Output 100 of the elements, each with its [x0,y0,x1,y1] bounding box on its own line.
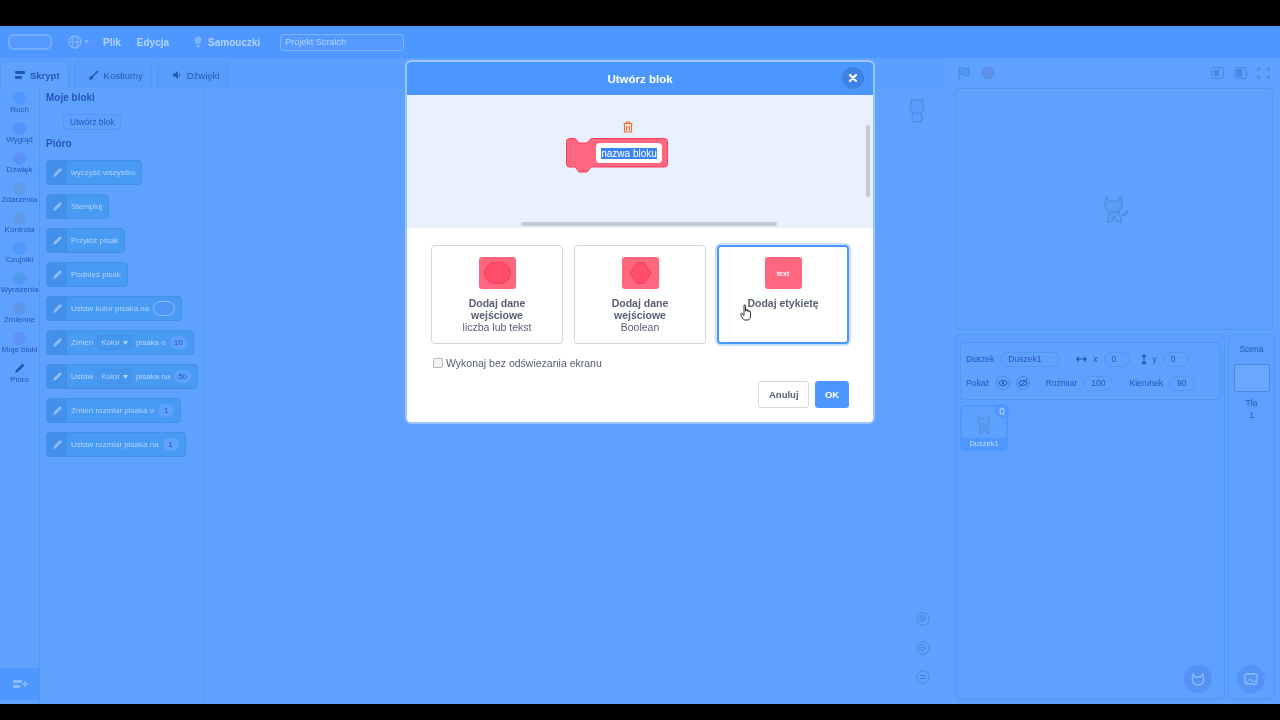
option-subtitle: Boolean [620,321,660,333]
caret-icon [122,374,128,379]
cat-face-icon [1191,672,1205,686]
checkbox-label[interactable]: Wykonaj bez odświezania ekranu [446,357,602,369]
language-button[interactable] [68,35,89,49]
number-input[interactable]: 1 [158,404,175,417]
category-label[interactable]: Dźwięk [6,165,33,174]
add-sprite-button[interactable] [1184,665,1212,693]
category-label[interactable]: Kontrola [4,225,35,234]
pen-block[interactable]: Stempluj [46,194,110,219]
pen-icon [47,365,67,388]
sprite-name-field[interactable]: Duszek1 [1000,351,1061,367]
add-extension-button[interactable] [0,668,40,700]
block-label: Ustaw kolor pisaka na [71,304,150,313]
editor-tab[interactable]: Dźwięki [156,61,229,88]
category-label[interactable]: Wyrażenia [0,285,39,294]
zoom-out-icon[interactable] [916,641,930,655]
color-swatch-icon[interactable] [153,301,176,316]
close-icon[interactable] [842,67,864,89]
horizontal-arrows-icon [1076,356,1088,362]
block-label: Stempluj [71,202,103,211]
ok-button[interactable]: OK [815,381,849,408]
category-label[interactable]: Zdarzenia [1,195,38,204]
block-dropdown[interactable]: Kolor [97,335,132,350]
pen-block[interactable]: Ustaw rozmiar pisaka na 1 [46,432,186,457]
flag-icon[interactable] [958,66,970,80]
checkbox[interactable] [433,358,443,368]
option-subtitle: liczba lub tekst [462,321,532,333]
direction-label: Kierunek [1129,378,1164,388]
category-label[interactable]: Zmienne [3,315,36,324]
menu-item[interactable]: Plik [103,36,121,48]
zoom-reset-icon[interactable] [916,670,930,684]
option-button[interactable]: Dodaj dane wejściowe liczba lub tekst [431,245,563,344]
x-label: x [1093,354,1098,364]
stop-icon[interactable] [982,67,994,79]
block-label: pisaka o [135,338,166,347]
cancel-button[interactable]: Anuluj [758,381,809,408]
option-title: Dodaj etykietę [746,297,820,309]
category-label[interactable]: Ruch [10,105,29,114]
stage-pane-title: Scena [1239,344,1264,354]
pen-block[interactable]: Przyłóż pisak [46,228,126,253]
pen-icon [47,263,67,286]
logo-icon[interactable] [8,34,52,50]
make-block-button[interactable]: Utwórz blok [63,114,122,130]
backdrops-label: Tła [1245,398,1258,408]
sprite-name-label: Duszek [966,354,995,364]
zoom-in-icon[interactable] [916,612,930,626]
vertical-arrows-icon [1140,353,1147,365]
globe-icon [68,35,82,49]
custom-block[interactable]: nazwa bloku [566,138,668,173]
project-title-field[interactable]: Projekt Scratch [280,33,405,51]
show-label: Pokaż [966,378,990,388]
small-stage-icon[interactable] [1211,67,1224,79]
pen-icon[interactable] [13,362,26,375]
direction-field[interactable]: 90 [1169,375,1196,391]
y-field[interactable]: 0 [1162,351,1189,367]
vertical-scrollbar[interactable] [866,125,870,197]
pen-block[interactable]: Ustaw Kolor pisaka na 50 [46,364,199,389]
palette-heading: Moje bloki [46,91,95,105]
eye-icon[interactable] [995,376,1010,390]
y-label: y [1152,354,1157,364]
lightbulb-icon [194,36,203,48]
pen-icon [47,433,67,456]
pen-icon [47,195,67,218]
block-label: wyczyść wszystko [71,168,136,177]
category-label[interactable]: Czujniki [5,255,34,264]
horizontal-scrollbar[interactable] [521,222,777,226]
trash-icon[interactable] [623,121,633,133]
code-blocks-icon [15,70,25,80]
pen-block[interactable]: Zmień rozmiar pisaka o 1 [46,398,182,423]
stage-thumbnail[interactable] [1233,364,1270,392]
fullscreen-icon[interactable] [1257,67,1270,79]
speaker-icon [171,70,182,80]
pen-block[interactable]: Podnieś pisak [46,262,128,287]
pen-block[interactable]: wyczyść wszystko [46,160,143,185]
category-dot-icon[interactable] [13,182,26,195]
tutorials-button[interactable]: Samouczki [194,36,261,48]
trash-badge-icon[interactable] [995,404,1009,418]
editor-tab[interactable]: Kostiumy [73,61,152,88]
menu-item[interactable]: Edycja [136,36,170,48]
block-label: Ustaw rozmiar pisaka na [71,440,159,449]
x-field[interactable]: 0 [1103,351,1130,367]
number-input[interactable]: 1 [162,438,179,451]
block-name-field[interactable]: nazwa bloku [596,143,662,163]
pen-block[interactable]: Ustaw kolor pisaka na [46,296,183,321]
size-field[interactable]: 100 [1083,375,1114,391]
caret-icon [122,340,128,345]
backdrop-count: 1 [1249,410,1254,420]
blocks-plus-icon [11,678,28,690]
add-backdrop-button[interactable] [1237,665,1265,693]
large-stage-icon[interactable] [1234,67,1247,79]
number-input[interactable]: 50 [174,370,192,383]
option-button[interactable]: Dodaj dane wejściowe Boolean [574,245,706,344]
category-label[interactable]: Wygląd [6,135,33,144]
eye-off-icon[interactable] [1015,376,1030,390]
block-dropdown[interactable]: Kolor [97,369,132,384]
block-label: Przyłóż pisak [71,236,119,245]
block-label: Zmień [71,338,94,347]
editor-tab[interactable]: Skrypt [0,61,69,88]
category-label[interactable]: Pióro [10,375,29,384]
